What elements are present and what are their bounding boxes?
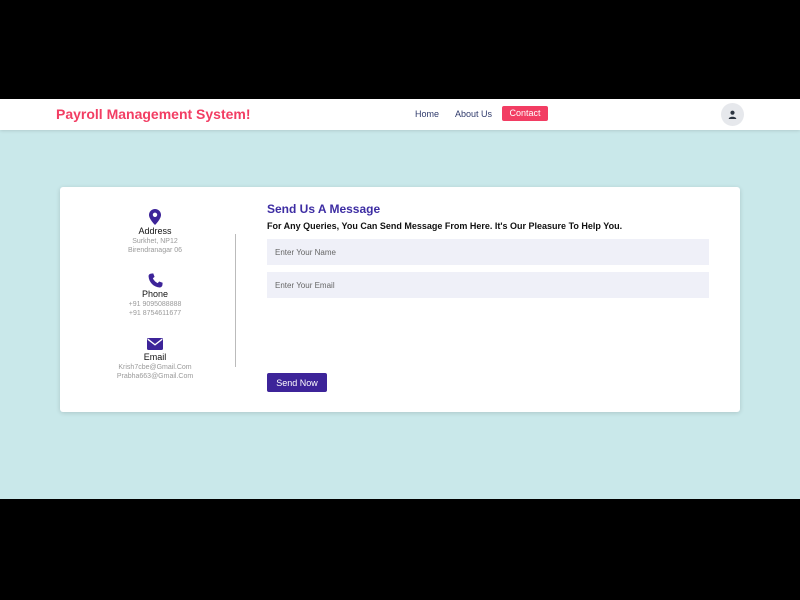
address-title: Address (138, 226, 172, 236)
email-line-2: Prabha663@Gmail.Com (116, 373, 194, 380)
phone-icon (148, 273, 163, 288)
envelope-icon (147, 338, 163, 350)
email-block: Email Krish7cbe@Gmail.Com Prabha663@Gmai… (100, 337, 210, 401)
phone-block: Phone +91 9095088888 +91 8754611677 (100, 273, 210, 337)
address-line-2: Birendranagar 06 (127, 247, 183, 254)
user-avatar-button[interactable] (721, 103, 744, 126)
map-pin-icon (149, 209, 161, 225)
name-input[interactable] (267, 239, 709, 265)
address-block: Address Surkhet, NP12 Birendranagar 06 (100, 209, 210, 273)
form-subtitle: For Any Queries, You Can Send Message Fr… (267, 221, 623, 231)
nav-about-link[interactable]: About Us (455, 109, 492, 119)
email-input[interactable] (267, 272, 709, 298)
nav-contact-link[interactable]: Contact (502, 106, 548, 121)
phone-line-1: +91 9095088888 (128, 301, 182, 308)
phone-title: Phone (141, 289, 169, 299)
brand-title[interactable]: Payroll Management System! (56, 106, 251, 122)
page-viewport: Payroll Management System! Home About Us… (0, 99, 800, 499)
email-line-1: Krish7cbe@Gmail.Com (118, 364, 192, 371)
form-title: Send Us A Message (267, 202, 381, 216)
phone-line-2: +91 8754611677 (128, 310, 182, 317)
address-line-1: Surkhet, NP12 (132, 238, 178, 245)
send-now-button[interactable]: Send Now (267, 373, 327, 392)
navbar: Payroll Management System! Home About Us… (0, 99, 800, 130)
contact-info: Address Surkhet, NP12 Birendranagar 06 P… (100, 209, 210, 401)
message-form: Send Us A Message For Any Queries, You C… (267, 201, 709, 298)
contact-card: Address Surkhet, NP12 Birendranagar 06 P… (60, 187, 740, 412)
email-title: Email (143, 352, 167, 362)
vertical-divider (235, 234, 236, 367)
user-icon (728, 110, 737, 119)
nav-home-link[interactable]: Home (415, 109, 439, 119)
